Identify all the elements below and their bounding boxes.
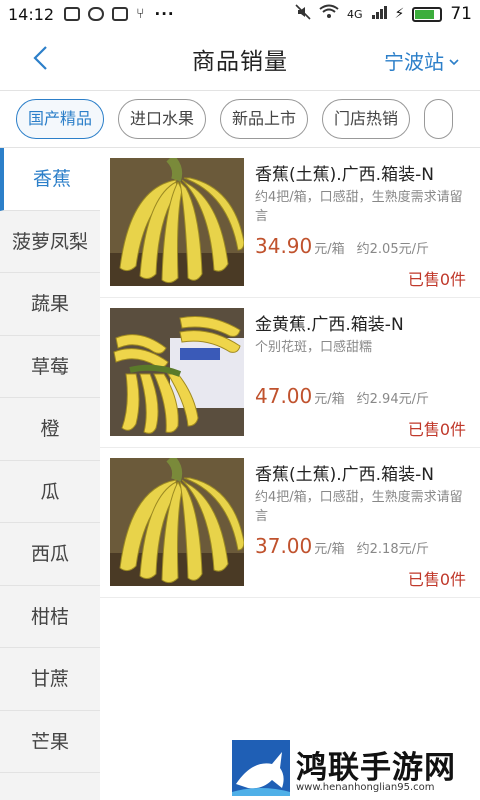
sold-count: 已售0件 xyxy=(407,570,466,589)
product-price: 47.00 xyxy=(255,384,313,408)
product-price: 34.90 xyxy=(255,234,313,258)
battery-fill xyxy=(415,9,434,19)
product-image-golden-banana xyxy=(110,308,244,436)
product-image-banana xyxy=(110,158,244,286)
product-name: 香蕉(土蕉).广西.箱装-N xyxy=(255,165,434,185)
product-price: 37.00 xyxy=(255,534,313,558)
sidebar-item-melon[interactable]: 瓜 xyxy=(0,461,100,523)
network-label: 4G xyxy=(346,7,363,21)
usb-icon: ⑂ xyxy=(136,6,145,22)
back-arrow-icon[interactable] xyxy=(28,44,56,72)
sidebar-item-banana[interactable]: 香蕉 xyxy=(0,148,100,211)
chevron-down-icon xyxy=(448,49,460,73)
sidebar: 香蕉 菠萝凤梨 蔬果 草莓 橙 瓜 西瓜 柑桔 甘蔗 芒果 xyxy=(0,148,100,800)
charging-icon: ⚡ xyxy=(394,6,405,22)
app-header: 商品销量 宁波站 xyxy=(0,28,480,90)
watermark-logo-icon xyxy=(232,740,290,796)
sidebar-item-orange[interactable]: 橙 xyxy=(0,398,100,461)
price-unit: 元/箱 xyxy=(314,542,345,557)
mute-icon xyxy=(295,4,311,24)
tab-mendian-rexiao[interactable]: 门店热销 xyxy=(322,99,411,139)
station-label: 宁波站 xyxy=(384,50,444,74)
sidebar-item-watermelon[interactable]: 西瓜 xyxy=(0,523,100,586)
page-title: 商品销量 xyxy=(192,49,288,75)
tab-jinkou-shuiguo[interactable]: 进口水果 xyxy=(118,99,207,139)
price-row: 34.90 元/箱 约2.05元/斤 xyxy=(255,234,429,258)
tab-xinpin-shangshi[interactable]: 新品上市 xyxy=(220,99,309,139)
status-bar: 14:12 ⑂ ··· 4G ⚡ 71 xyxy=(0,0,480,28)
sidebar-item-pineapple[interactable]: 菠萝凤梨 xyxy=(0,211,100,273)
product-image-banana xyxy=(110,458,244,586)
tab-guochan-jingpin[interactable]: 国产精品 xyxy=(16,99,105,139)
product-desc: 个别花斑，口感甜糯 xyxy=(255,340,373,355)
upload-icon xyxy=(64,7,81,21)
product-card[interactable]: 金黄蕉.广西.箱装-N 个别花斑，口感甜糯 47.00 元/箱 约2.94元/斤… xyxy=(100,298,480,448)
sidebar-item-mango[interactable]: 芒果 xyxy=(0,711,100,773)
product-desc: 约4把/箱，口感甜，生熟度需求请留言 xyxy=(255,490,463,524)
product-list: 香蕉(土蕉).广西.箱装-N 约4把/箱，口感甜，生熟度需求请留言 34.90 … xyxy=(100,148,480,800)
watermark-url: www.henanhonglian95.com xyxy=(296,782,435,793)
sold-count: 已售0件 xyxy=(407,420,466,439)
sold-count: 已售0件 xyxy=(407,270,466,289)
status-time: 14:12 xyxy=(8,4,55,24)
unit-price: 约2.18元/斤 xyxy=(356,542,429,557)
sidebar-item-sugarcane[interactable]: 甘蔗 xyxy=(0,648,100,711)
site-watermark: 鸿联手游网 www.henanhonglian95.com xyxy=(232,740,480,800)
wallet-icon xyxy=(112,7,129,21)
product-card[interactable]: 香蕉(土蕉).广西.箱装-N 约4把/箱，口感甜，生熟度需求请留言 37.00 … xyxy=(100,448,480,598)
price-unit: 元/箱 xyxy=(314,242,345,257)
price-row: 47.00 元/箱 约2.94元/斤 xyxy=(255,384,429,408)
product-name: 香蕉(土蕉).广西.箱装-N xyxy=(255,465,434,485)
category-tabs: 国产精品 进口水果 新品上市 门店热销 xyxy=(0,90,480,148)
message-icon xyxy=(88,7,105,21)
battery-level: 71 xyxy=(450,4,472,24)
unit-price: 约2.05元/斤 xyxy=(356,242,429,257)
sidebar-item-strawberry[interactable]: 草莓 xyxy=(0,336,100,398)
sidebar-item-vegetables[interactable]: 蔬果 xyxy=(0,273,100,336)
wifi-icon xyxy=(319,4,339,24)
tab-more-partial[interactable] xyxy=(424,99,454,139)
station-selector[interactable]: 宁波站 xyxy=(384,46,460,75)
signal-icon xyxy=(371,4,387,24)
product-name: 金黄蕉.广西.箱装-N xyxy=(255,315,404,335)
price-row: 37.00 元/箱 约2.18元/斤 xyxy=(255,534,429,558)
sidebar-item-citrus[interactable]: 柑桔 xyxy=(0,586,100,648)
battery-icon xyxy=(412,6,443,22)
unit-price: 约2.94元/斤 xyxy=(356,392,429,407)
product-card[interactable]: 香蕉(土蕉).广西.箱装-N 约4把/箱，口感甜，生熟度需求请留言 34.90 … xyxy=(100,148,480,298)
watermark-title: 鸿联手游网 xyxy=(296,750,456,786)
more-notifications-icon: ··· xyxy=(154,5,175,23)
price-unit: 元/箱 xyxy=(314,392,345,407)
product-desc: 约4把/箱，口感甜，生熟度需求请留言 xyxy=(255,190,463,224)
